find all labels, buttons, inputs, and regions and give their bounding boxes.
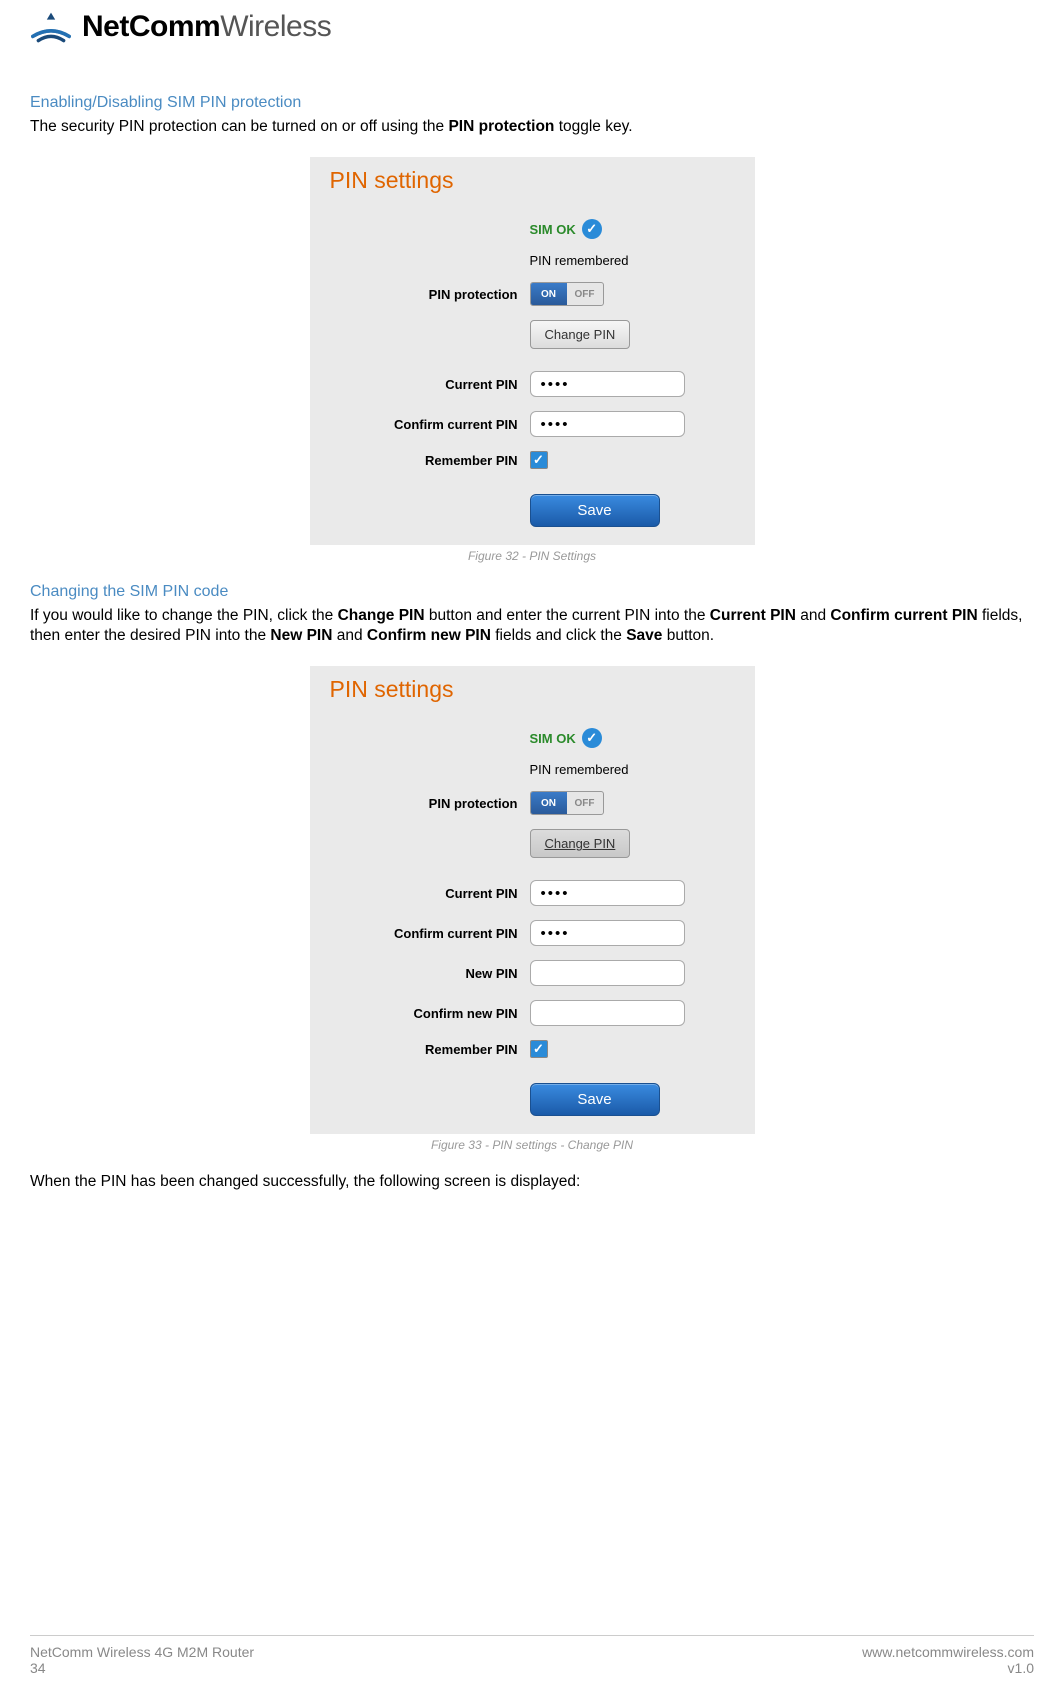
confirm-current-pin-row: Confirm current PIN ••••	[330, 920, 735, 946]
text: The security PIN protection can be turne…	[30, 118, 448, 135]
footer-version: v1.0	[862, 1660, 1034, 1676]
footer-left: NetComm Wireless 4G M2M Router 34	[30, 1644, 254, 1676]
current-pin-row: Current PIN ••••	[330, 880, 735, 906]
remember-pin-checkbox[interactable]: ✓	[530, 451, 548, 469]
text: toggle key.	[554, 118, 632, 135]
confirm-current-pin-row: Confirm current PIN ••••	[330, 411, 735, 437]
confirm-current-pin-input[interactable]: ••••	[530, 920, 685, 946]
current-pin-input[interactable]: ••••	[530, 371, 685, 397]
remember-pin-row: Remember PIN ✓	[330, 1040, 735, 1058]
pin-settings-panel-1: PIN settings SIM OK ✓ PIN remembered PIN…	[310, 157, 755, 545]
change-pin-button[interactable]: Change PIN	[530, 829, 631, 858]
confirm-new-pin-row: Confirm new PIN	[330, 1000, 735, 1026]
pin-protection-label: PIN protection	[330, 796, 530, 811]
pin-protection-label: PIN protection	[330, 287, 530, 302]
text-bold: PIN protection	[448, 118, 554, 135]
check-icon: ✓	[582, 728, 602, 748]
confirm-new-pin-label: Confirm new PIN	[330, 1006, 530, 1021]
new-pin-label: New PIN	[330, 966, 530, 981]
brand-light: Wireless	[220, 10, 331, 43]
pin-settings-panel-2: PIN settings SIM OK ✓ PIN remembered PIN…	[310, 666, 755, 1134]
change-pin-row: Change PIN	[330, 320, 735, 349]
current-pin-input[interactable]: ••••	[530, 880, 685, 906]
current-pin-label: Current PIN	[330, 886, 530, 901]
section-title-enabling: Enabling/Disabling SIM PIN protection	[30, 94, 1034, 112]
save-button[interactable]: Save	[530, 494, 660, 527]
sim-ok-row: SIM OK ✓	[330, 728, 735, 748]
check-icon: ✓	[582, 219, 602, 239]
figure-33-caption: Figure 33 - PIN settings - Change PIN	[30, 1138, 1034, 1152]
figure-32-caption: Figure 32 - PIN Settings	[30, 549, 1034, 563]
toggle-on: ON	[531, 792, 567, 814]
brand-bold: NetComm	[82, 10, 220, 43]
section1-text: The security PIN protection can be turne…	[30, 117, 1034, 137]
closing-text: When the PIN has been changed successful…	[30, 1172, 1034, 1192]
pin-protection-toggle[interactable]: ON OFF	[530, 282, 604, 306]
pin-remembered-text: PIN remembered	[530, 253, 629, 268]
sim-ok-label: SIM OK	[530, 222, 576, 237]
footer-page-number: 34	[30, 1660, 254, 1676]
change-pin-row: Change PIN	[330, 829, 735, 858]
pin-remembered-row: PIN remembered	[330, 762, 735, 777]
section2-text: If you would like to change the PIN, cli…	[30, 606, 1034, 646]
pin-protection-toggle[interactable]: ON OFF	[530, 791, 604, 815]
section-title-changing: Changing the SIM PIN code	[30, 583, 1034, 601]
page-footer: NetComm Wireless 4G M2M Router 34 www.ne…	[30, 1635, 1034, 1676]
toggle-off: OFF	[567, 792, 603, 814]
sim-ok-row: SIM OK ✓	[330, 219, 735, 239]
current-pin-label: Current PIN	[330, 377, 530, 392]
change-pin-button[interactable]: Change PIN	[530, 320, 631, 349]
figure-32-wrap: PIN settings SIM OK ✓ PIN remembered PIN…	[30, 157, 1034, 545]
toggle-on: ON	[531, 283, 567, 305]
remember-pin-checkbox[interactable]: ✓	[530, 1040, 548, 1058]
new-pin-input[interactable]	[530, 960, 685, 986]
footer-url: www.netcommwireless.com	[862, 1644, 1034, 1660]
figure-33-wrap: PIN settings SIM OK ✓ PIN remembered PIN…	[30, 666, 1034, 1134]
brand-logo-icon	[30, 10, 72, 44]
panel-title: PIN settings	[330, 676, 735, 703]
toggle-off: OFF	[567, 283, 603, 305]
new-pin-row: New PIN	[330, 960, 735, 986]
confirm-current-pin-input[interactable]: ••••	[530, 411, 685, 437]
brand-text: NetCommWireless	[82, 10, 331, 44]
confirm-current-pin-label: Confirm current PIN	[330, 926, 530, 941]
remember-pin-label: Remember PIN	[330, 1042, 530, 1057]
confirm-current-pin-label: Confirm current PIN	[330, 417, 530, 432]
panel-title: PIN settings	[330, 167, 735, 194]
remember-pin-label: Remember PIN	[330, 453, 530, 468]
pin-remembered-row: PIN remembered	[330, 253, 735, 268]
pin-protection-row: PIN protection ON OFF	[330, 282, 735, 306]
pin-remembered-text: PIN remembered	[530, 762, 629, 777]
footer-right: www.netcommwireless.com v1.0	[862, 1644, 1034, 1676]
footer-product: NetComm Wireless 4G M2M Router	[30, 1644, 254, 1660]
remember-pin-row: Remember PIN ✓	[330, 451, 735, 469]
current-pin-row: Current PIN ••••	[330, 371, 735, 397]
save-button[interactable]: Save	[530, 1083, 660, 1116]
confirm-new-pin-input[interactable]	[530, 1000, 685, 1026]
sim-ok-label: SIM OK	[530, 731, 576, 746]
brand-header: NetCommWireless	[30, 10, 1034, 44]
pin-protection-row: PIN protection ON OFF	[330, 791, 735, 815]
